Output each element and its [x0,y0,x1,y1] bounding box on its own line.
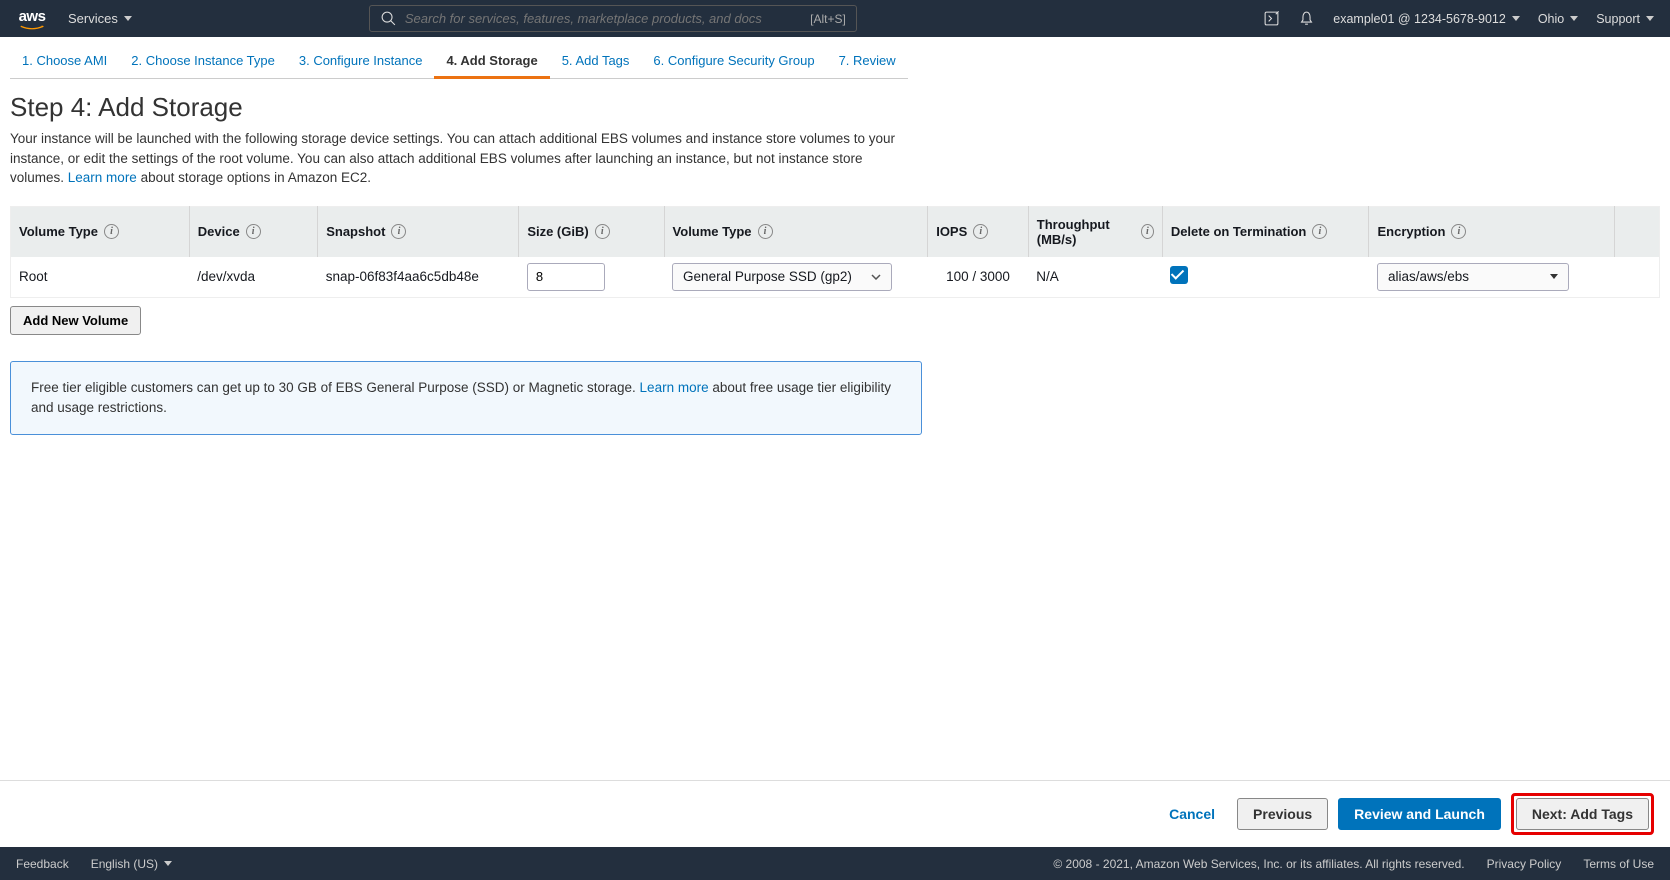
cell-throughput: N/A [1028,257,1162,298]
region-label: Ohio [1538,12,1564,26]
wizard-tabs: 1. Choose AMI 2. Choose Instance Type 3.… [0,37,1670,80]
cell-iops: 100 / 3000 [928,257,1029,298]
search-icon [380,10,397,27]
table-header-row: Volume Typei Devicei Snapshoti Size (GiB… [11,206,1660,257]
language-menu[interactable]: English (US) [91,857,172,871]
services-label: Services [68,11,118,26]
info-icon[interactable]: i [973,224,988,239]
aws-swoosh-icon [16,25,48,30]
caret-down-icon [1512,16,1520,21]
tab-add-storage[interactable]: 4. Add Storage [434,47,549,79]
info-icon[interactable]: i [246,224,261,239]
learn-more-link[interactable]: Learn more [68,170,137,185]
caret-down-icon [164,861,172,866]
global-search[interactable]: [Alt+S] [369,5,857,32]
cancel-button[interactable]: Cancel [1157,798,1227,830]
col-snapshot: Snapshot [326,224,385,239]
region-menu[interactable]: Ohio [1538,12,1578,26]
bell-icon[interactable] [1298,10,1315,27]
terms-link[interactable]: Terms of Use [1583,857,1654,871]
cell-device: /dev/xvda [189,257,317,298]
col-throughput: Throughput (MB/s) [1037,217,1135,247]
main-content: Step 4: Add Storage Your instance will b… [0,80,1670,435]
copyright: © 2008 - 2021, Amazon Web Services, Inc.… [1053,857,1464,871]
support-label: Support [1596,12,1640,26]
aws-logo[interactable]: aws [16,8,48,30]
size-input[interactable] [527,263,605,291]
info-icon[interactable]: i [758,224,773,239]
info-icon[interactable]: i [1451,224,1466,239]
search-shortcut: [Alt+S] [810,12,846,26]
global-footer: Feedback English (US) © 2008 - 2021, Ama… [0,847,1670,880]
tab-configure-instance[interactable]: 3. Configure Instance [287,47,435,79]
chevron-down-icon [871,274,881,280]
language-label: English (US) [91,857,158,871]
col-encryption: Encryption [1377,224,1445,239]
page-title: Step 4: Add Storage [10,92,1660,123]
support-menu[interactable]: Support [1596,12,1654,26]
caret-down-icon [1570,16,1578,21]
table-row: Root /dev/xvda snap-06f83f4aa6c5db48e Ge… [11,257,1660,298]
tab-instance-type[interactable]: 2. Choose Instance Type [119,47,287,79]
col-size: Size (GiB) [527,224,588,239]
cell-volume-kind: Root [11,257,190,298]
account-menu[interactable]: example01 @ 1234-5678-9012 [1333,12,1520,26]
info-icon[interactable]: i [595,224,610,239]
highlight-next-button: Next: Add Tags [1511,793,1654,835]
info-icon[interactable]: i [391,224,406,239]
tab-review[interactable]: 7. Review [827,47,908,79]
wizard-action-bar: Cancel Previous Review and Launch Next: … [0,780,1670,847]
col-delete-term: Delete on Termination [1171,224,1307,239]
tab-security-group[interactable]: 6. Configure Security Group [641,47,826,79]
info-icon[interactable]: i [1141,224,1154,239]
feedback-link[interactable]: Feedback [16,857,69,871]
desc-post: about storage options in Amazon EC2. [137,170,371,185]
encryption-value: alias/aws/ebs [1388,269,1469,284]
header-right: example01 @ 1234-5678-9012 Ohio Support [1263,10,1654,27]
info-icon[interactable]: i [1312,224,1327,239]
global-header: aws Services [Alt+S] example01 @ 1234-56… [0,0,1670,37]
free-tier-info-box: Free tier eligible customers can get up … [10,361,922,436]
add-volume-button[interactable]: Add New Volume [10,306,141,335]
volume-type-select[interactable]: General Purpose SSD (gp2) [672,263,892,291]
cloudshell-icon[interactable] [1263,10,1280,27]
volume-type-value: General Purpose SSD (gp2) [683,269,852,284]
col-volume-type-kind: Volume Type [19,224,98,239]
encryption-select[interactable]: alias/aws/ebs [1377,263,1569,291]
search-input[interactable] [405,11,810,26]
delete-on-termination-checkbox[interactable] [1170,266,1188,284]
tab-choose-ami[interactable]: 1. Choose AMI [10,47,119,79]
storage-table: Volume Typei Devicei Snapshoti Size (GiB… [10,206,1660,298]
cell-snapshot: snap-06f83f4aa6c5db48e [318,257,519,298]
previous-button[interactable]: Previous [1237,798,1328,830]
col-iops: IOPS [936,224,967,239]
col-device: Device [198,224,240,239]
next-add-tags-button[interactable]: Next: Add Tags [1516,798,1649,830]
caret-down-icon [1550,274,1558,279]
info-pre: Free tier eligible customers can get up … [31,380,640,395]
review-launch-button[interactable]: Review and Launch [1338,798,1501,830]
account-label: example01 @ 1234-5678-9012 [1333,12,1506,26]
services-menu[interactable]: Services [68,11,132,26]
caret-down-icon [124,16,132,21]
info-icon[interactable]: i [104,224,119,239]
page-description: Your instance will be launched with the … [10,129,920,188]
caret-down-icon [1646,16,1654,21]
tab-add-tags[interactable]: 5. Add Tags [550,47,642,79]
info-learn-more-link[interactable]: Learn more [640,380,709,395]
col-volume-type: Volume Type [673,224,752,239]
privacy-link[interactable]: Privacy Policy [1487,857,1562,871]
